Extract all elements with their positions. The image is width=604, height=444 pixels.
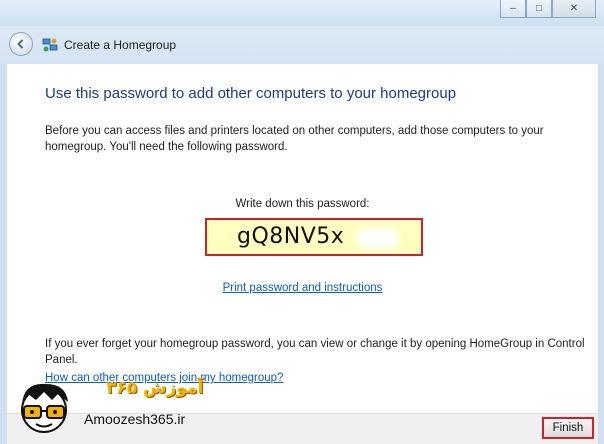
- finish-button-label: Finish: [552, 422, 584, 434]
- navigation-bar: Create a Homegroup: [0, 26, 604, 64]
- maximize-button[interactable]: □: [526, 0, 552, 18]
- password-redaction: [357, 228, 399, 248]
- page-title: Use this password to add other computers…: [45, 85, 457, 102]
- password-label: Write down this password:: [235, 198, 370, 210]
- watermark-logo: آموزش ۳۶۵ Amoozesh365.ir: [14, 372, 224, 440]
- watermark-persian-text: آموزش ۳۶۵: [106, 378, 204, 398]
- forget-password-note: If you ever forget your homegroup passwo…: [45, 338, 585, 366]
- back-button[interactable]: [9, 32, 33, 56]
- intro-text: Before you can access files and printers…: [45, 125, 544, 153]
- password-display: gQ8NV5x: [205, 218, 423, 256]
- print-password-link[interactable]: Print password and instructions: [7, 282, 598, 294]
- watermark-brand: Amoozesh365.ir: [84, 411, 186, 427]
- window-controls: – □ ✕: [500, 0, 596, 18]
- back-arrow-icon: [17, 39, 24, 49]
- window-title: Create a Homegroup: [64, 38, 177, 52]
- finish-button[interactable]: Finish: [542, 417, 594, 439]
- close-button[interactable]: ✕: [552, 0, 596, 18]
- minimize-button[interactable]: –: [500, 0, 526, 18]
- wizard-content: Use this password to add other computers…: [7, 64, 598, 413]
- homegroup-icon: [42, 38, 58, 52]
- title-bar: – □ ✕: [0, 0, 604, 26]
- cartoon-face-icon: [21, 383, 68, 433]
- password-value: gQ8NV5x: [237, 224, 345, 249]
